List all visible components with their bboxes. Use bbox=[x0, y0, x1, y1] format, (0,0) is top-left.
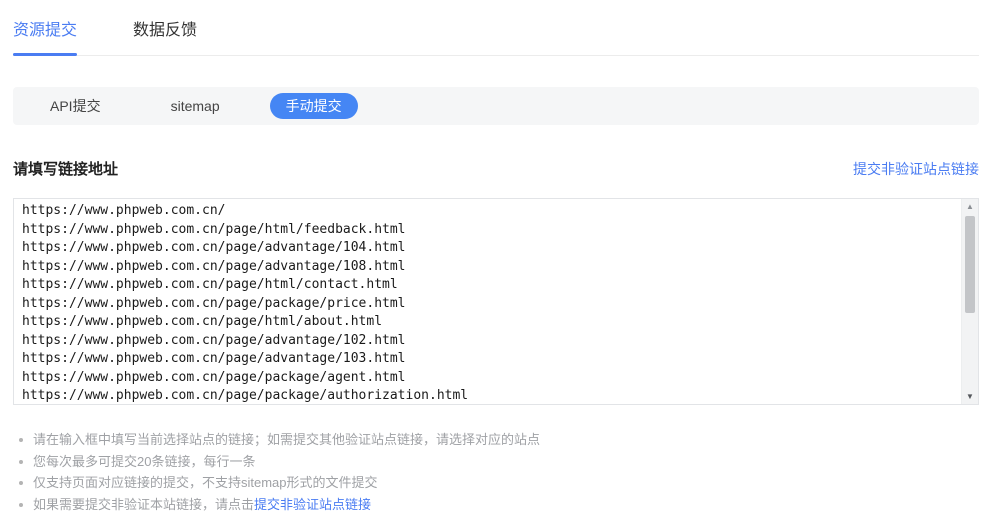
note-item: 您每次最多可提交20条链接，每行一条 bbox=[13, 451, 979, 473]
unverified-site-link[interactable]: 提交非验证站点链接 bbox=[853, 159, 979, 179]
scrollbar-thumb[interactable] bbox=[965, 216, 975, 313]
note-item: 仅支持页面对应链接的提交，不支持sitemap形式的文件提交 bbox=[13, 472, 979, 494]
submit-method-bar: API提交 sitemap 手动提交 bbox=[13, 87, 979, 125]
top-tab-bar: 资源提交 数据反馈 bbox=[13, 0, 979, 56]
note-unverified-site-link[interactable]: 提交非验证站点链接 bbox=[254, 497, 371, 512]
note-text: 您每次最多可提交20条链接，每行一条 bbox=[33, 451, 255, 473]
section-title: 请填写链接地址 bbox=[13, 158, 118, 179]
note-item: 请在输入框中填写当前选择站点的链接；如需提交其他验证站点链接，请选择对应的站点 bbox=[13, 429, 979, 451]
link-input-box: https://www.phpweb.com.cn/ https://www.p… bbox=[13, 198, 979, 405]
scroll-up-icon[interactable]: ▲ bbox=[962, 202, 978, 211]
content-container: 资源提交 数据反馈 API提交 sitemap 手动提交 请填写链接地址 提交非… bbox=[13, 0, 979, 515]
subtab-manual-submit[interactable]: 手动提交 bbox=[270, 93, 358, 119]
note-text: 如果需要提交非验证本站链接，请点击提交非验证站点链接 bbox=[33, 494, 371, 516]
note-item: 如果需要提交非验证本站链接，请点击提交非验证站点链接 bbox=[13, 494, 979, 516]
note-text: 仅支持页面对应链接的提交，不支持sitemap形式的文件提交 bbox=[33, 472, 378, 494]
bullet-dot bbox=[19, 503, 23, 507]
subtab-api-submit[interactable]: API提交 bbox=[50, 96, 101, 116]
bullet-dot bbox=[19, 460, 23, 464]
bullet-dot bbox=[19, 481, 23, 485]
field-header: 请填写链接地址 提交非验证站点链接 bbox=[13, 158, 979, 179]
subtab-sitemap[interactable]: sitemap bbox=[171, 98, 220, 114]
note-text: 请在输入框中填写当前选择站点的链接；如需提交其他验证站点链接，请选择对应的站点 bbox=[33, 429, 540, 451]
tab-data-feedback[interactable]: 数据反馈 bbox=[133, 16, 197, 55]
scroll-down-icon[interactable]: ▼ bbox=[962, 392, 978, 401]
note-text-prefix: 如果需要提交非验证本站链接，请点击 bbox=[33, 497, 254, 512]
scrollbar-track[interactable]: ▲ ▼ bbox=[961, 199, 978, 404]
bullet-dot bbox=[19, 438, 23, 442]
notes-list: 请在输入框中填写当前选择站点的链接；如需提交其他验证站点链接，请选择对应的站点 … bbox=[13, 429, 979, 515]
url-textarea[interactable]: https://www.phpweb.com.cn/ https://www.p… bbox=[14, 199, 961, 404]
tab-resource-submit[interactable]: 资源提交 bbox=[13, 16, 77, 55]
